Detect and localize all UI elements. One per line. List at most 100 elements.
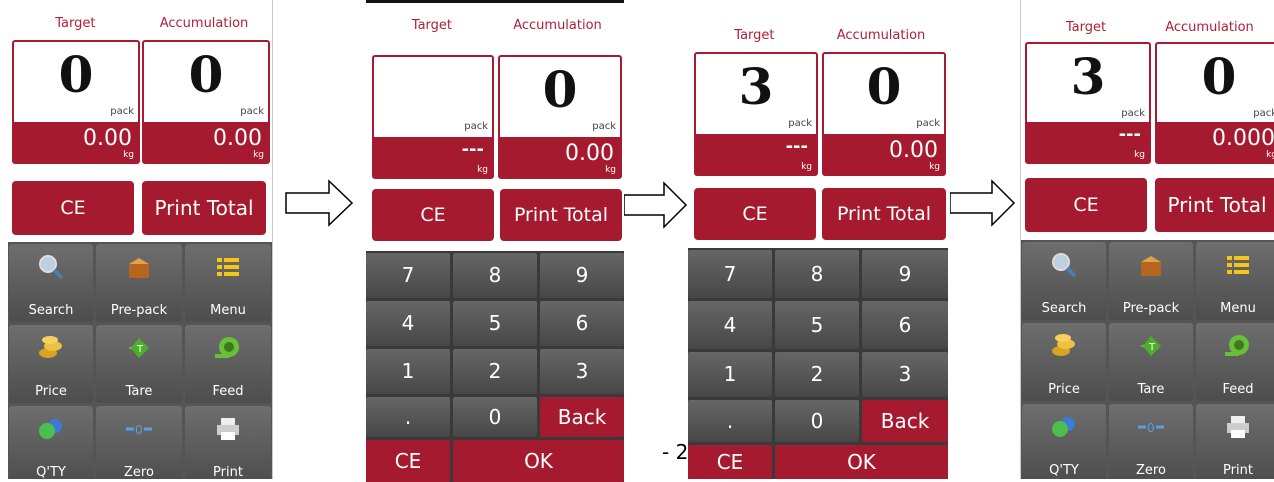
back-button[interactable]: Back <box>540 397 624 437</box>
screen-panel-1: Target Accumulation 0 pack 0.00 kg 0 pac… <box>8 0 273 479</box>
key-5[interactable]: 5 <box>775 301 859 349</box>
arrow-right-icon <box>950 179 1016 227</box>
tare-button[interactable]: T Tare <box>96 325 182 403</box>
target-weight: --- <box>1118 124 1141 145</box>
accumulation-box[interactable]: 0 pack 0.00 kg <box>822 52 946 176</box>
key-dot[interactable]: . <box>366 397 450 437</box>
accum-unit: pack <box>916 118 940 129</box>
coins-icon <box>39 336 62 358</box>
target-unit: pack <box>1121 108 1145 119</box>
kg-unit: kg <box>605 165 616 175</box>
print-total-button[interactable]: Print Total <box>142 181 266 235</box>
keypad-ce-button[interactable]: CE <box>688 445 772 479</box>
keypad-ce-button[interactable]: CE <box>366 440 450 482</box>
screen-panel-3: Target Accumulation 3 pack --- kg 0 pack… <box>688 0 948 479</box>
key-7[interactable]: 7 <box>366 253 450 298</box>
printer-icon <box>1227 416 1249 438</box>
zero-icon: 0 <box>1138 421 1164 435</box>
print-label: Print <box>1223 463 1253 478</box>
key-4[interactable]: 4 <box>366 301 450 346</box>
print-button[interactable]: Print <box>1196 404 1274 479</box>
menu-button[interactable]: Menu <box>1196 242 1274 320</box>
ce-button[interactable]: CE <box>694 188 816 240</box>
feed-button[interactable]: Feed <box>1196 323 1274 401</box>
key-0[interactable]: 0 <box>453 397 537 437</box>
key-9[interactable]: 9 <box>862 250 948 298</box>
print-total-button[interactable]: Print Total <box>500 189 622 241</box>
feed-button[interactable]: Feed <box>185 325 271 403</box>
price-button[interactable]: Price <box>1022 323 1106 401</box>
target-label: Target <box>55 16 96 31</box>
key-0[interactable]: 0 <box>775 400 859 442</box>
zero-button[interactable]: 0 Zero <box>1109 404 1193 479</box>
accum-value: 0 <box>866 57 902 116</box>
quantity-balls-icon <box>1052 417 1075 437</box>
key-7[interactable]: 7 <box>688 250 772 298</box>
accum-weight-area: 0.00 kg <box>824 134 944 174</box>
qty-button[interactable]: Q'TY <box>1022 404 1106 479</box>
accum-weight: 0.000 <box>1212 126 1274 151</box>
print-total-button[interactable]: Print Total <box>1155 178 1274 232</box>
ce-button[interactable]: CE <box>12 181 134 235</box>
menu-label: Menu <box>1220 301 1256 316</box>
key-1[interactable]: 1 <box>366 349 450 394</box>
key-8[interactable]: 8 <box>775 250 859 298</box>
pre-pack-button[interactable]: Pre-pack <box>1109 242 1193 320</box>
arrow-right-icon <box>624 181 688 229</box>
key-3[interactable]: 3 <box>862 352 948 397</box>
key-4[interactable]: 4 <box>688 301 772 349</box>
pre-pack-button[interactable]: Pre-pack <box>96 244 182 322</box>
key-9[interactable]: 9 <box>540 253 624 298</box>
ok-button[interactable]: OK <box>453 440 624 482</box>
key-8[interactable]: 8 <box>453 253 537 298</box>
accum-weight-area: 0.00 kg <box>500 137 620 177</box>
tare-button[interactable]: T Tare <box>1109 323 1193 401</box>
target-box[interactable]: 3 pack --- kg <box>1025 42 1151 164</box>
ce-button[interactable]: CE <box>372 189 494 241</box>
tare-icon: T <box>128 338 149 358</box>
pre-pack-label: Pre-pack <box>1122 301 1180 316</box>
accum-weight-area: 0.000 kg <box>1157 122 1274 162</box>
key-dot[interactable]: . <box>688 400 772 442</box>
search-button[interactable]: Search <box>1022 242 1106 320</box>
target-weight-area: --- kg <box>374 137 492 177</box>
target-box[interactable]: pack --- kg <box>372 55 494 179</box>
key-2[interactable]: 2 <box>775 352 859 397</box>
price-button[interactable]: Price <box>9 325 93 403</box>
accumulation-box[interactable]: 0 pack 0.000 kg <box>1155 42 1274 164</box>
qty-button[interactable]: Q'TY <box>9 406 93 479</box>
zero-button[interactable]: 0 Zero <box>96 406 182 479</box>
kg-unit: kg <box>477 165 488 175</box>
key-3[interactable]: 3 <box>540 349 624 394</box>
back-button[interactable]: Back <box>862 400 948 442</box>
accumulation-label: Accumulation <box>836 28 926 43</box>
print-button[interactable]: Print <box>185 406 271 479</box>
coins-icon <box>1052 334 1075 356</box>
header-row: Target Accumulation <box>8 0 272 40</box>
target-box[interactable]: 3 pack --- kg <box>694 52 818 176</box>
key-2[interactable]: 2 <box>453 349 537 394</box>
svg-text:0: 0 <box>1147 421 1155 435</box>
key-6[interactable]: 6 <box>862 301 948 349</box>
zero-label: Zero <box>124 465 154 479</box>
ce-button[interactable]: CE <box>1025 178 1147 232</box>
page-number-fragment: - 2 <box>662 440 689 464</box>
accum-weight: 0.00 <box>889 138 938 163</box>
menu-button[interactable]: Menu <box>185 244 271 322</box>
target-box[interactable]: 0 pack 0.00 kg <box>12 40 140 164</box>
search-button[interactable]: Search <box>9 244 93 322</box>
svg-text:T: T <box>136 344 144 355</box>
qty-label: Q'TY <box>1049 463 1079 478</box>
function-grid: Search Pre-pack Menu Price T Tare Feed Q… <box>1021 240 1274 479</box>
ok-button[interactable]: OK <box>775 445 948 479</box>
accumulation-label: Accumulation <box>1165 20 1254 35</box>
tare-icon: T <box>1140 336 1161 356</box>
key-5[interactable]: 5 <box>453 301 537 346</box>
accumulation-box[interactable]: 0 pack 0.00 kg <box>498 55 622 179</box>
target-weight-area: --- kg <box>696 134 816 174</box>
key-6[interactable]: 6 <box>540 301 624 346</box>
function-grid: Search Pre-pack Menu Price T Tare Feed Q… <box>8 242 272 479</box>
key-1[interactable]: 1 <box>688 352 772 397</box>
print-total-button[interactable]: Print Total <box>822 188 946 240</box>
accumulation-box[interactable]: 0 pack 0.00 kg <box>142 40 270 164</box>
